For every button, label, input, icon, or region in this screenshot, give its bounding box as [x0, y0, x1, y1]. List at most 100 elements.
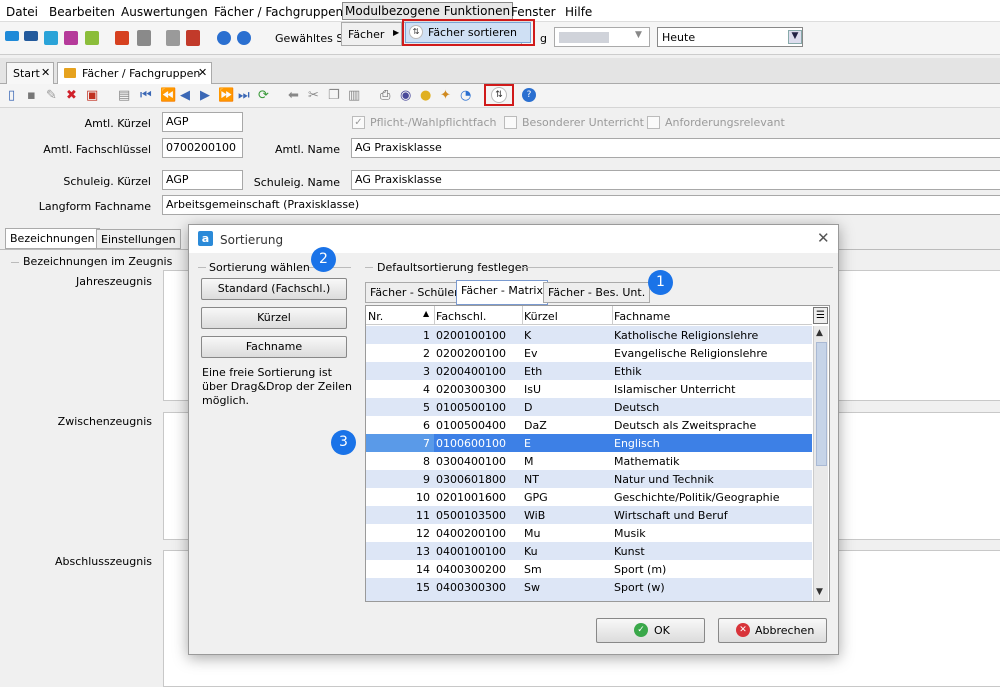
paste-icon[interactable]: ▥ [348, 89, 360, 103]
grid-scrollbar[interactable]: ▲ ▼ [813, 326, 828, 601]
table-row[interactable]: 3 0200400100 Eth Ethik [366, 362, 812, 380]
list-icon[interactable]: ▤ [118, 89, 130, 103]
ok-button[interactable]: ✓ OK [596, 618, 705, 643]
menu-datei[interactable]: Datei [6, 5, 38, 19]
help-icon[interactable] [237, 31, 251, 45]
cut-icon[interactable]: ✂ [308, 89, 319, 103]
document-tabbar: Start ✕ Fächer / Fachgruppen ✕ [0, 58, 1000, 84]
table-row-partial[interactable] [366, 596, 812, 601]
table-row[interactable]: 9 0300601800 NT Natur und Technik [366, 470, 812, 488]
copy-icon[interactable]: ❐ [328, 89, 340, 103]
table-row[interactable]: 7 0100600100 E Englisch [366, 434, 812, 452]
next-icon[interactable]: ▶ [200, 89, 210, 103]
tab-faecher[interactable]: Fächer / Fachgruppen ✕ [57, 62, 212, 84]
back-arrow-icon[interactable]: ⬅ [288, 89, 299, 103]
new-icon[interactable]: ▯ [8, 89, 15, 103]
tab-bezeichnungen[interactable]: Bezeichnungen [5, 228, 100, 249]
next-page-icon[interactable]: ⏩ [218, 89, 234, 103]
langform-field[interactable]: Arbeitsgemeinschaft (Praxisklasse) [162, 195, 1000, 215]
copy-icon[interactable] [166, 30, 180, 46]
dialog-titlebar[interactable]: a Sortierung ✕ [189, 225, 838, 253]
table-row[interactable]: 10 0201001600 GPG Geschichte/Politik/Geogra… [366, 488, 812, 506]
clock-icon[interactable]: ◔ [460, 89, 471, 103]
help-icon[interactable]: ? [522, 88, 536, 102]
teacher-icon[interactable] [44, 31, 58, 45]
prev-icon[interactable]: ◀ [180, 89, 190, 103]
info-icon[interactable] [217, 31, 231, 45]
tab-einstellungen[interactable]: Einstellungen [96, 229, 181, 249]
school-year-select[interactable]: ▼ [554, 27, 650, 47]
amtl-fachschluessel-field[interactable]: 0700200100 [162, 138, 243, 158]
menu-bearbeiten[interactable]: Bearbeiten [49, 5, 115, 19]
cancel-edit-icon[interactable]: ▣ [86, 89, 98, 103]
first-icon[interactable]: ⏮ [140, 89, 152, 103]
last-icon[interactable]: ⏭ [238, 89, 250, 103]
sort-dialog: a Sortierung ✕ Sortierung wählen 2 Stand… [188, 224, 839, 655]
table-row[interactable]: 14 0400300200 Sm Sport (m) [366, 560, 812, 578]
standard-sort-button[interactable]: Standard (Fachschl.) [201, 278, 347, 300]
cancel-button[interactable]: ✕ Abbrechen [718, 618, 827, 643]
message-icon[interactable] [85, 31, 99, 45]
schuleig-kuerzel-field[interactable]: AGP [162, 170, 243, 190]
table-row[interactable]: 2 0200200100 Ev Evangelische Religionslehre [366, 344, 812, 362]
book-icon[interactable] [115, 31, 129, 45]
table-row[interactable]: 15 0400300300 Sw Sport (w) [366, 578, 812, 596]
calendar-icon[interactable] [186, 30, 200, 46]
menu-hilfe[interactable]: Hilfe [565, 5, 592, 19]
close-icon[interactable]: ✕ [41, 66, 50, 79]
delete-icon[interactable]: ✖ [66, 89, 77, 103]
menu-faecher-fachgruppen[interactable]: Fächer / Fachgruppen [214, 5, 343, 19]
table-row[interactable]: 8 0300400100 M Mathematik [366, 452, 812, 470]
table-row[interactable]: 4 0200300300 IsU Islamischer Unterricht [366, 380, 812, 398]
table-row[interactable]: 1 0200100100 K Katholische Religionslehre [366, 326, 812, 344]
group-icon[interactable] [5, 31, 19, 41]
save-icon[interactable]: ▪ [27, 89, 36, 103]
print-icon[interactable]: ⎙ [380, 89, 390, 103]
close-icon[interactable]: ✕ [817, 229, 830, 247]
table-row[interactable]: 5 0100500100 D Deutsch [366, 398, 812, 416]
table-row[interactable]: 11 0500103500 WiB Wirtschaft und Beruf [366, 506, 812, 524]
scroll-up-icon[interactable]: ▲ [816, 328, 823, 338]
amtl-name-field[interactable]: AG Praxisklasse [351, 138, 1000, 158]
calculator-icon[interactable] [137, 30, 151, 46]
table-row[interactable]: 6 0100500400 DaZ Deutsch als Zweitsprache [366, 416, 812, 434]
menu-item-faecher-sortieren[interactable]: ⇅ Fächer sortieren [405, 22, 531, 43]
tab-faecher-schueler[interactable]: Fächer - Schüler [365, 282, 464, 303]
wand-icon[interactable]: ✦ [440, 89, 451, 103]
amtl-kuerzel-field[interactable]: AGP [162, 112, 243, 132]
column-chooser-icon[interactable]: ☰ [813, 307, 828, 324]
col-fachschl-header[interactable]: Fachschl. [436, 310, 486, 323]
table-row[interactable]: 13 0400100100 Ku Kunst [366, 542, 812, 560]
pflicht-checkbox[interactable]: ✓ [352, 116, 365, 129]
date-select[interactable]: Heute ▼ [657, 27, 803, 47]
preview-icon[interactable]: ◉ [400, 89, 411, 103]
col-kuerzel-header[interactable]: Kürzel [524, 310, 558, 323]
cell-kuerzel: Eth [524, 365, 543, 378]
fachname-sort-button[interactable]: Fachname [201, 336, 347, 358]
col-fachname-header[interactable]: Fachname [614, 310, 670, 323]
submenu-faecher[interactable]: Fächer ▶ [341, 22, 402, 46]
anforderung-checkbox[interactable] [647, 116, 660, 129]
tab-faecher-besunt[interactable]: Fächer - Bes. Unt. [543, 282, 651, 303]
idea-icon[interactable]: ● [420, 89, 431, 103]
sort-icon[interactable]: ⇅ [491, 87, 507, 103]
kuerzel-sort-button[interactable]: Kürzel [201, 307, 347, 329]
menu-fenster[interactable]: Fenster [511, 5, 556, 19]
close-icon[interactable]: ✕ [198, 66, 207, 79]
col-nr-header[interactable]: Nr. [368, 310, 383, 323]
tab-start[interactable]: Start ✕ [6, 62, 54, 84]
scroll-down-icon[interactable]: ▼ [816, 587, 823, 597]
menu-modulbezogene-funktionen[interactable]: Modulbezogene Funktionen [342, 2, 514, 20]
schuleig-name-field[interactable]: AG Praxisklasse [351, 170, 1000, 190]
class-icon[interactable] [24, 31, 38, 41]
subject-grid[interactable]: Nr. ▲ Fachschl. Kürzel Fachname ☰ 1 02001… [365, 305, 830, 602]
prev-page-icon[interactable]: ⏪ [160, 89, 176, 103]
tab-faecher-matrix[interactable]: Fächer - Matrix [456, 280, 548, 305]
edit-icon[interactable]: ✎ [46, 89, 57, 103]
refresh-icon[interactable]: ⟳ [258, 89, 269, 103]
table-row[interactable]: 12 0400200100 Mu Musik [366, 524, 812, 542]
menu-auswertungen[interactable]: Auswertungen [121, 5, 208, 19]
scroll-thumb[interactable] [816, 342, 827, 466]
chat-icon[interactable] [64, 31, 78, 45]
besonderer-checkbox[interactable] [504, 116, 517, 129]
